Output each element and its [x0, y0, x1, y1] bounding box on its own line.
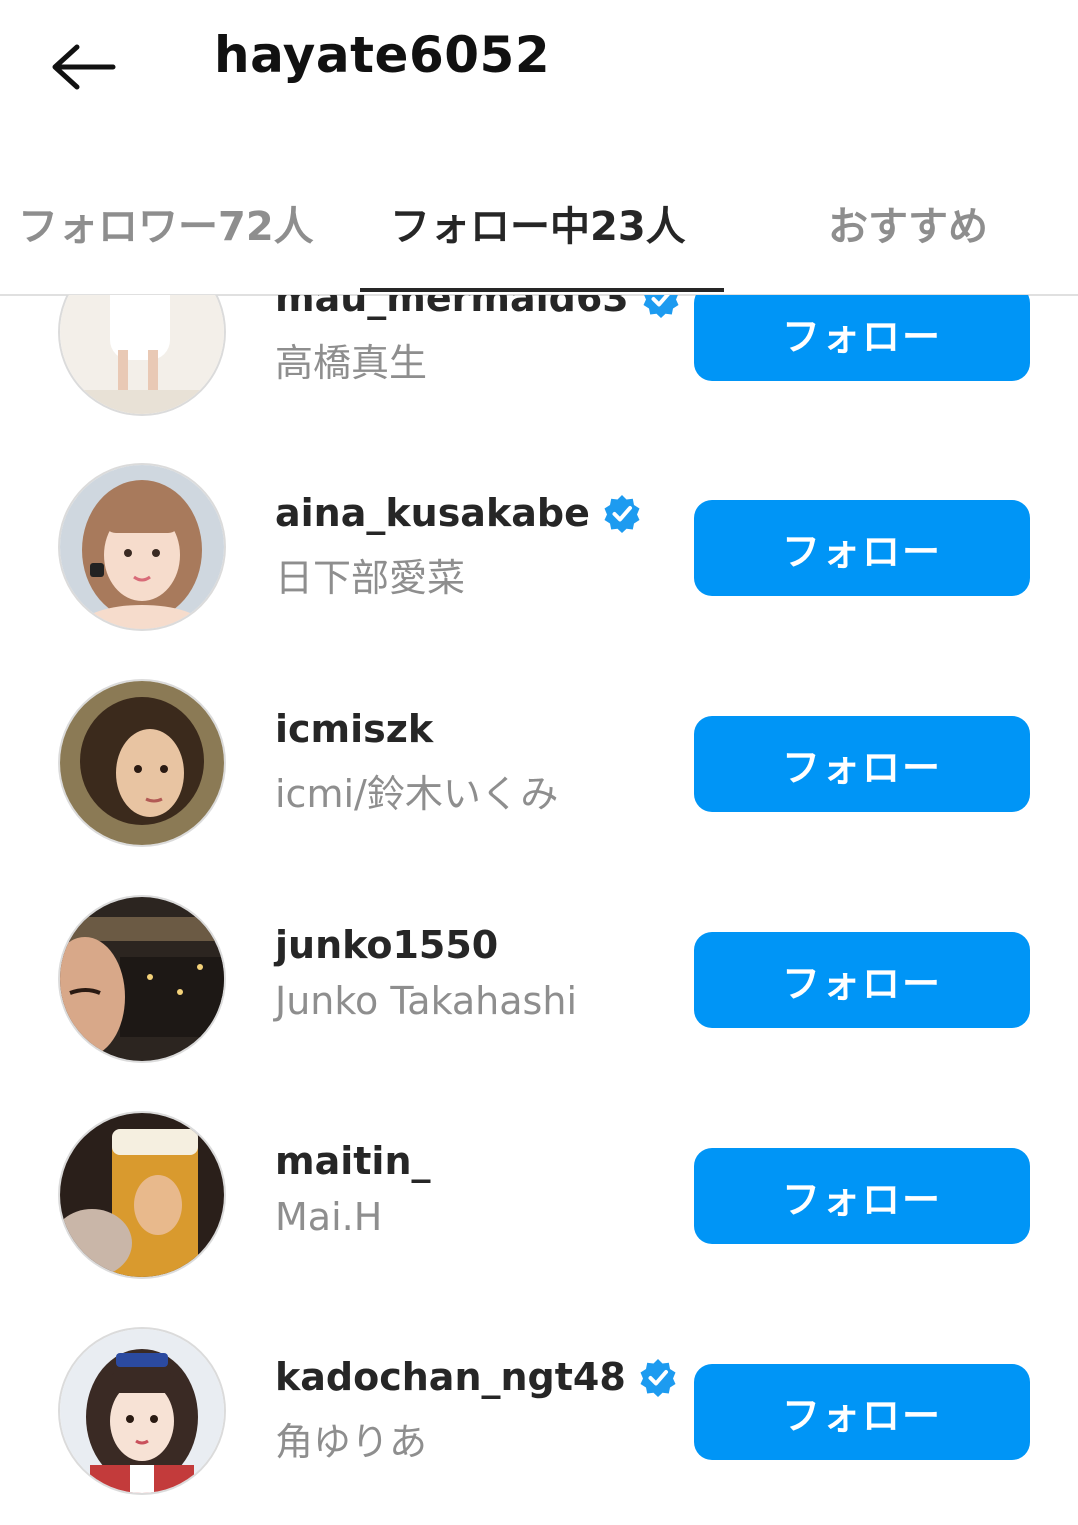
username-text: junko1550: [275, 923, 499, 967]
follow-button[interactable]: フォロー: [694, 1364, 1030, 1460]
full-name: icmi/鈴木いくみ: [275, 772, 559, 816]
list-item[interactable]: kadochan_ngt48 角ゆりあ フォロー: [0, 1327, 1078, 1525]
list-item[interactable]: maitin_ Mai.H フォロー: [0, 1111, 1078, 1327]
username-text: icmiszk: [275, 707, 434, 751]
verified-badge-icon: [643, 295, 679, 318]
list-item[interactable]: junko1550 Junko Takahashi フォロー: [0, 895, 1078, 1111]
follow-button[interactable]: フォロー: [694, 1148, 1030, 1244]
username[interactable]: icmiszk: [275, 707, 433, 751]
tab-following[interactable]: フォロー中23人: [390, 194, 686, 252]
tab-bar: フォロワー72人 フォロー中23人 おすすめ: [0, 172, 1078, 296]
avatar[interactable]: [58, 463, 226, 631]
full-name: Mai.H: [275, 1195, 383, 1239]
username[interactable]: kadochan_ngt48: [275, 1355, 678, 1399]
verified-badge-icon: [640, 1359, 676, 1397]
list-item[interactable]: aina_kusakabe 日下部愛菜 フォロー: [0, 463, 1078, 679]
username-text: mau_mermaid63: [275, 295, 629, 320]
tab-suggested[interactable]: おすすめ: [828, 194, 988, 252]
page-title: hayate6052: [214, 26, 551, 84]
username[interactable]: mau_mermaid63: [275, 295, 681, 320]
avatar[interactable]: [58, 295, 226, 416]
avatar[interactable]: [58, 1111, 226, 1279]
avatar[interactable]: [58, 679, 226, 847]
following-list[interactable]: mau_mermaid63 高橋真生 フォロー aina_kusakabe 日下…: [0, 295, 1078, 1525]
follow-button[interactable]: フォロー: [694, 716, 1030, 812]
avatar[interactable]: [58, 1327, 226, 1495]
username-text: kadochan_ngt48: [275, 1355, 626, 1399]
back-button[interactable]: [40, 30, 124, 104]
active-tab-indicator: [360, 288, 724, 292]
username-text: maitin_: [275, 1139, 431, 1183]
follow-button[interactable]: フォロー: [694, 500, 1030, 596]
username[interactable]: aina_kusakabe: [275, 491, 642, 535]
list-item[interactable]: mau_mermaid63 高橋真生 フォロー: [0, 295, 1078, 464]
follow-button[interactable]: フォロー: [694, 932, 1030, 1028]
full-name: 高橋真生: [275, 341, 428, 385]
app-header: hayate6052: [0, 0, 1078, 140]
verified-badge-icon: [604, 495, 640, 533]
full-name: 日下部愛菜: [275, 556, 466, 600]
full-name: Junko Takahashi: [275, 979, 577, 1023]
username[interactable]: junko1550: [275, 923, 498, 967]
username[interactable]: maitin_: [275, 1139, 431, 1183]
tab-followers[interactable]: フォロワー72人: [18, 194, 314, 252]
arrow-left-icon: [52, 44, 116, 90]
list-item[interactable]: icmiszk icmi/鈴木いくみ フォロー: [0, 679, 1078, 895]
username-text: aina_kusakabe: [275, 491, 590, 535]
full-name: 角ゆりあ: [275, 1420, 428, 1464]
avatar[interactable]: [58, 895, 226, 1063]
follow-button[interactable]: フォロー: [694, 295, 1030, 381]
